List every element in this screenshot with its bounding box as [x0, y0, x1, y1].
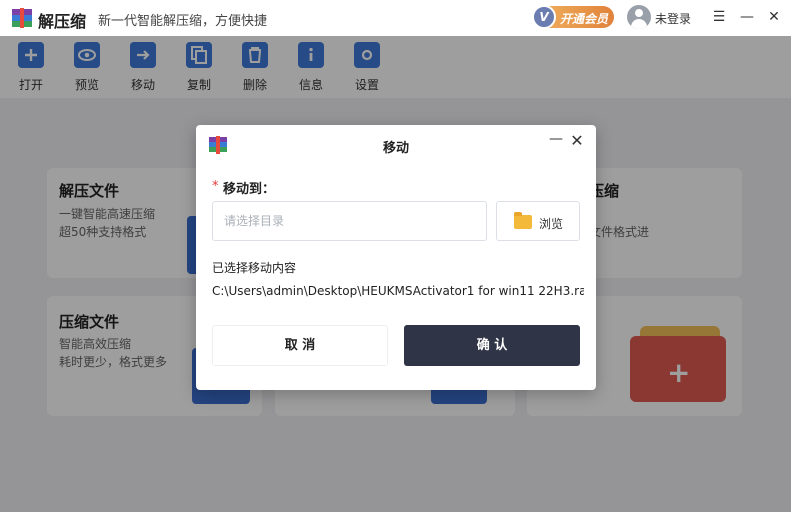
- destination-path-input[interactable]: [212, 201, 487, 241]
- vip-badge-icon: V: [532, 5, 556, 29]
- move-to-label: 移动到：: [223, 182, 276, 197]
- app-slogan: 新一代智能解压缩，方便快捷: [98, 14, 268, 29]
- selected-file-path: C:\Users\admin\Desktop\HEUKMSActivator1 …: [212, 284, 584, 298]
- dialog-close-icon[interactable]: ✕: [568, 131, 586, 150]
- required-mark: *: [212, 179, 219, 194]
- browse-label: 浏览: [539, 217, 564, 231]
- folder-icon: [514, 212, 532, 229]
- login-status[interactable]: 未登录: [655, 10, 691, 27]
- confirm-button[interactable]: 确 认: [404, 325, 580, 366]
- vip-label: 开通会员: [560, 12, 609, 26]
- cancel-button[interactable]: 取 消: [212, 325, 388, 366]
- app-name: 解压缩: [38, 12, 87, 31]
- avatar-body: [631, 19, 647, 29]
- avatar[interactable]: [627, 5, 651, 29]
- browse-button[interactable]: 浏览: [496, 201, 580, 241]
- avatar-head: [635, 9, 643, 17]
- title-bar: 解压缩 新一代智能解压缩，方便快捷 V 开通会员 未登录 ☰ — ✕: [0, 0, 791, 36]
- menu-icon[interactable]: ☰: [710, 8, 728, 26]
- app-logo-icon: [12, 8, 32, 28]
- selected-content-label: 已选择移动内容: [212, 261, 297, 275]
- vip-button[interactable]: V 开通会员: [532, 5, 614, 29]
- close-icon[interactable]: ✕: [765, 8, 783, 26]
- move-dialog: 移动 — ✕ * 移动到： 浏览 已选择移动内容 C:\Users\admin\…: [196, 125, 596, 390]
- dialog-minimize-icon[interactable]: —: [548, 131, 564, 147]
- dialog-title: 移动: [382, 141, 409, 156]
- minimize-icon[interactable]: —: [738, 8, 756, 26]
